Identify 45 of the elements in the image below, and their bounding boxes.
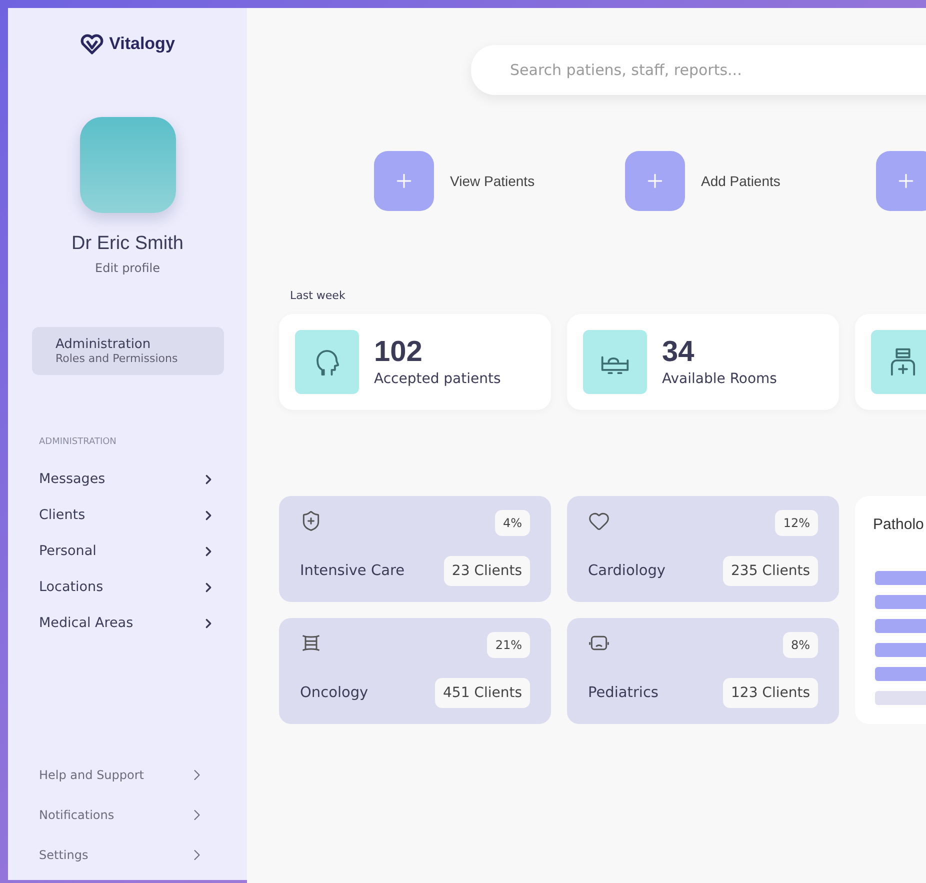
action-button[interactable]: Add Patients (625, 151, 860, 211)
heart-icon (588, 510, 610, 532)
stat-label: Available Rooms (662, 370, 777, 386)
clients-badge: 23 Clients (444, 556, 530, 586)
pathology-title: Patholo (873, 516, 925, 533)
department-card[interactable]: 12% Cardiology 235 Clients (567, 496, 839, 602)
edit-profile-link[interactable]: Edit profile (95, 261, 160, 275)
footer-menu-item[interactable]: Help and Support (39, 755, 216, 795)
mask-icon (300, 632, 322, 654)
stat-value: 34 (662, 338, 696, 366)
shield-plus-icon (300, 510, 322, 532)
clients-badge: 235 Clients (723, 556, 818, 586)
search-field[interactable]: Search patiens, staff, reports... (471, 45, 926, 95)
menu-item[interactable]: Locations (39, 569, 216, 605)
share-badge: 8% (782, 632, 818, 658)
share-badge: 4% (494, 510, 530, 536)
menu-item[interactable]: Messages (39, 461, 216, 497)
department-card[interactable]: 4% Intensive Care 23 Clients (279, 496, 551, 602)
stat-label: Accepted patients (374, 370, 501, 386)
footer-menu-item[interactable]: Settings (39, 835, 216, 875)
clients-badge: 451 Clients (435, 678, 530, 708)
department-name: Intensive Care (300, 563, 405, 579)
department-card[interactable]: 8% Pediatrics 123 Clients (567, 618, 839, 724)
share-badge: 21% (487, 632, 530, 658)
department-card[interactable]: 21% Oncology 451 Clients (279, 618, 551, 724)
role-card[interactable]: Administration Roles and Permissions (32, 327, 224, 375)
menu-item[interactable]: Personal (39, 533, 216, 569)
plus-button[interactable] (876, 151, 926, 211)
role-subtitle: Roles and Permissions (56, 352, 179, 365)
menu-item[interactable]: Clients (39, 497, 216, 533)
department-name: Oncology (300, 685, 368, 701)
clients-badge: 123 Clients (723, 678, 818, 708)
role-title: Administration (56, 337, 152, 352)
action-button[interactable]: View Patients (374, 151, 609, 211)
profile-name: Dr Eric Smith (72, 233, 184, 255)
department-name: Cardiology (588, 563, 666, 579)
brand-name: Vitalogy (109, 34, 175, 54)
menu-heading: ADMINISTRATION (39, 437, 118, 447)
footer-menu-item[interactable]: Notifications (39, 795, 216, 835)
heart-logo-icon (80, 33, 104, 55)
share-badge: 12% (775, 510, 818, 536)
stat-value: 102 (374, 338, 424, 366)
stats-heading: Last week (290, 289, 346, 302)
department-name: Pediatrics (588, 685, 658, 701)
menu-item[interactable]: Medical Areas (39, 605, 216, 641)
